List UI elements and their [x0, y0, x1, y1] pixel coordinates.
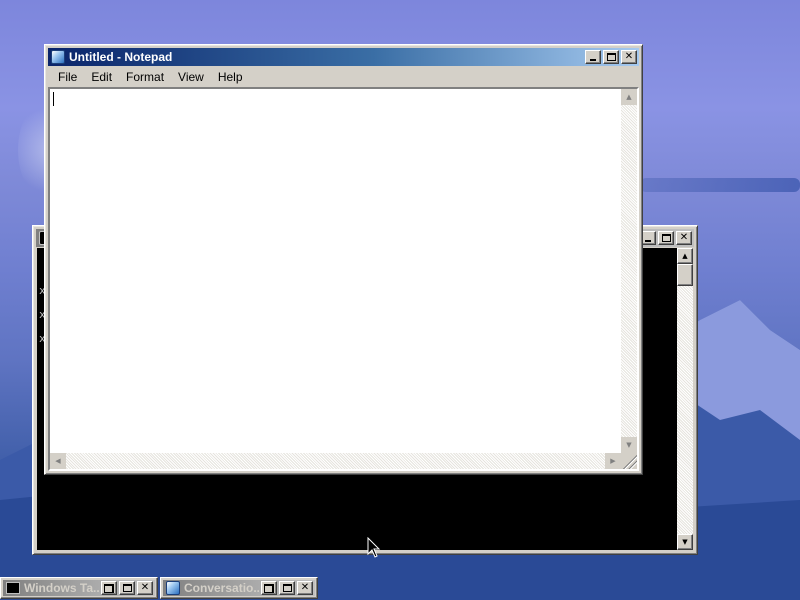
minimized-titlebar[interactable]: Windows Ta... ✕ [3, 580, 155, 596]
menu-help[interactable]: Help [211, 70, 250, 84]
menu-edit[interactable]: Edit [84, 70, 119, 84]
close-icon: ✕ [679, 232, 689, 243]
maximize-icon [122, 584, 132, 592]
maximize-button[interactable] [603, 50, 619, 64]
notepad-window[interactable]: Untitled - Notepad ✕ File Edit Format Vi… [44, 44, 643, 475]
minimized-title: Conversatio... [184, 581, 259, 595]
command-prompt-icon [6, 582, 20, 594]
notepad-icon [166, 581, 180, 595]
notepad-title: Untitled - Notepad [69, 50, 173, 64]
resize-grip[interactable] [621, 453, 637, 469]
scroll-left-button[interactable]: ◀ [50, 453, 66, 469]
scroll-thumb[interactable] [677, 264, 693, 286]
editor-text[interactable] [52, 91, 619, 451]
cloud-band [640, 178, 800, 192]
menu-format[interactable]: Format [119, 70, 171, 84]
maximize-icon [661, 234, 671, 242]
minimize-icon [645, 240, 651, 242]
close-button[interactable]: ✕ [676, 231, 692, 245]
close-icon: ✕ [140, 582, 150, 593]
minimized-titlebar[interactable]: Conversatio... ✕ [163, 580, 315, 596]
restore-button[interactable] [101, 581, 117, 595]
close-button[interactable]: ✕ [621, 50, 637, 64]
close-button[interactable]: ✕ [137, 581, 153, 595]
minimize-button[interactable] [585, 50, 601, 64]
scroll-right-button[interactable]: ▶ [605, 453, 621, 469]
up-arrow-icon: ▲ [682, 252, 688, 260]
restore-icon [264, 583, 274, 593]
notepad-icon [51, 50, 65, 64]
maximize-icon [282, 584, 292, 592]
down-arrow-icon: ▼ [682, 538, 688, 546]
maximize-icon [606, 53, 616, 61]
right-arrow-icon: ▶ [610, 457, 616, 465]
text-caret [53, 92, 54, 106]
close-icon: ✕ [624, 51, 634, 62]
scroll-down-button[interactable]: ▼ [621, 437, 637, 453]
minimized-title: Windows Ta... [24, 581, 99, 595]
menu-bar: File Edit Format View Help [48, 67, 639, 86]
scroll-up-button[interactable]: ▲ [677, 248, 693, 264]
maximize-button[interactable] [658, 231, 674, 245]
minimized-window-task-manager[interactable]: Windows Ta... ✕ [0, 577, 158, 599]
editor-vertical-scrollbar[interactable]: ▲ ▼ [621, 89, 637, 453]
close-icon: ✕ [300, 582, 310, 593]
scroll-down-button[interactable]: ▼ [677, 534, 693, 550]
left-arrow-icon: ◀ [55, 457, 61, 465]
minimized-window-conversation[interactable]: Conversatio... ✕ [160, 577, 318, 599]
restore-button[interactable] [261, 581, 277, 595]
editor-horizontal-scrollbar[interactable]: ◀ ▶ [50, 453, 621, 469]
console-vertical-scrollbar[interactable]: ▲ ▼ [677, 248, 693, 550]
text-editor[interactable]: ▲ ▼ ◀ ▶ [48, 87, 639, 471]
mouse-pointer-icon [367, 537, 381, 558]
notepad-titlebar[interactable]: Untitled - Notepad ✕ [48, 48, 639, 66]
down-arrow-icon: ▼ [626, 441, 632, 449]
menu-file[interactable]: File [51, 70, 84, 84]
minimize-icon [590, 59, 596, 61]
menu-view[interactable]: View [171, 70, 211, 84]
maximize-button[interactable] [119, 581, 135, 595]
up-arrow-icon: ▲ [626, 93, 632, 101]
close-button[interactable]: ✕ [297, 581, 313, 595]
restore-icon [104, 583, 114, 593]
maximize-button[interactable] [279, 581, 295, 595]
scroll-up-button[interactable]: ▲ [621, 89, 637, 105]
